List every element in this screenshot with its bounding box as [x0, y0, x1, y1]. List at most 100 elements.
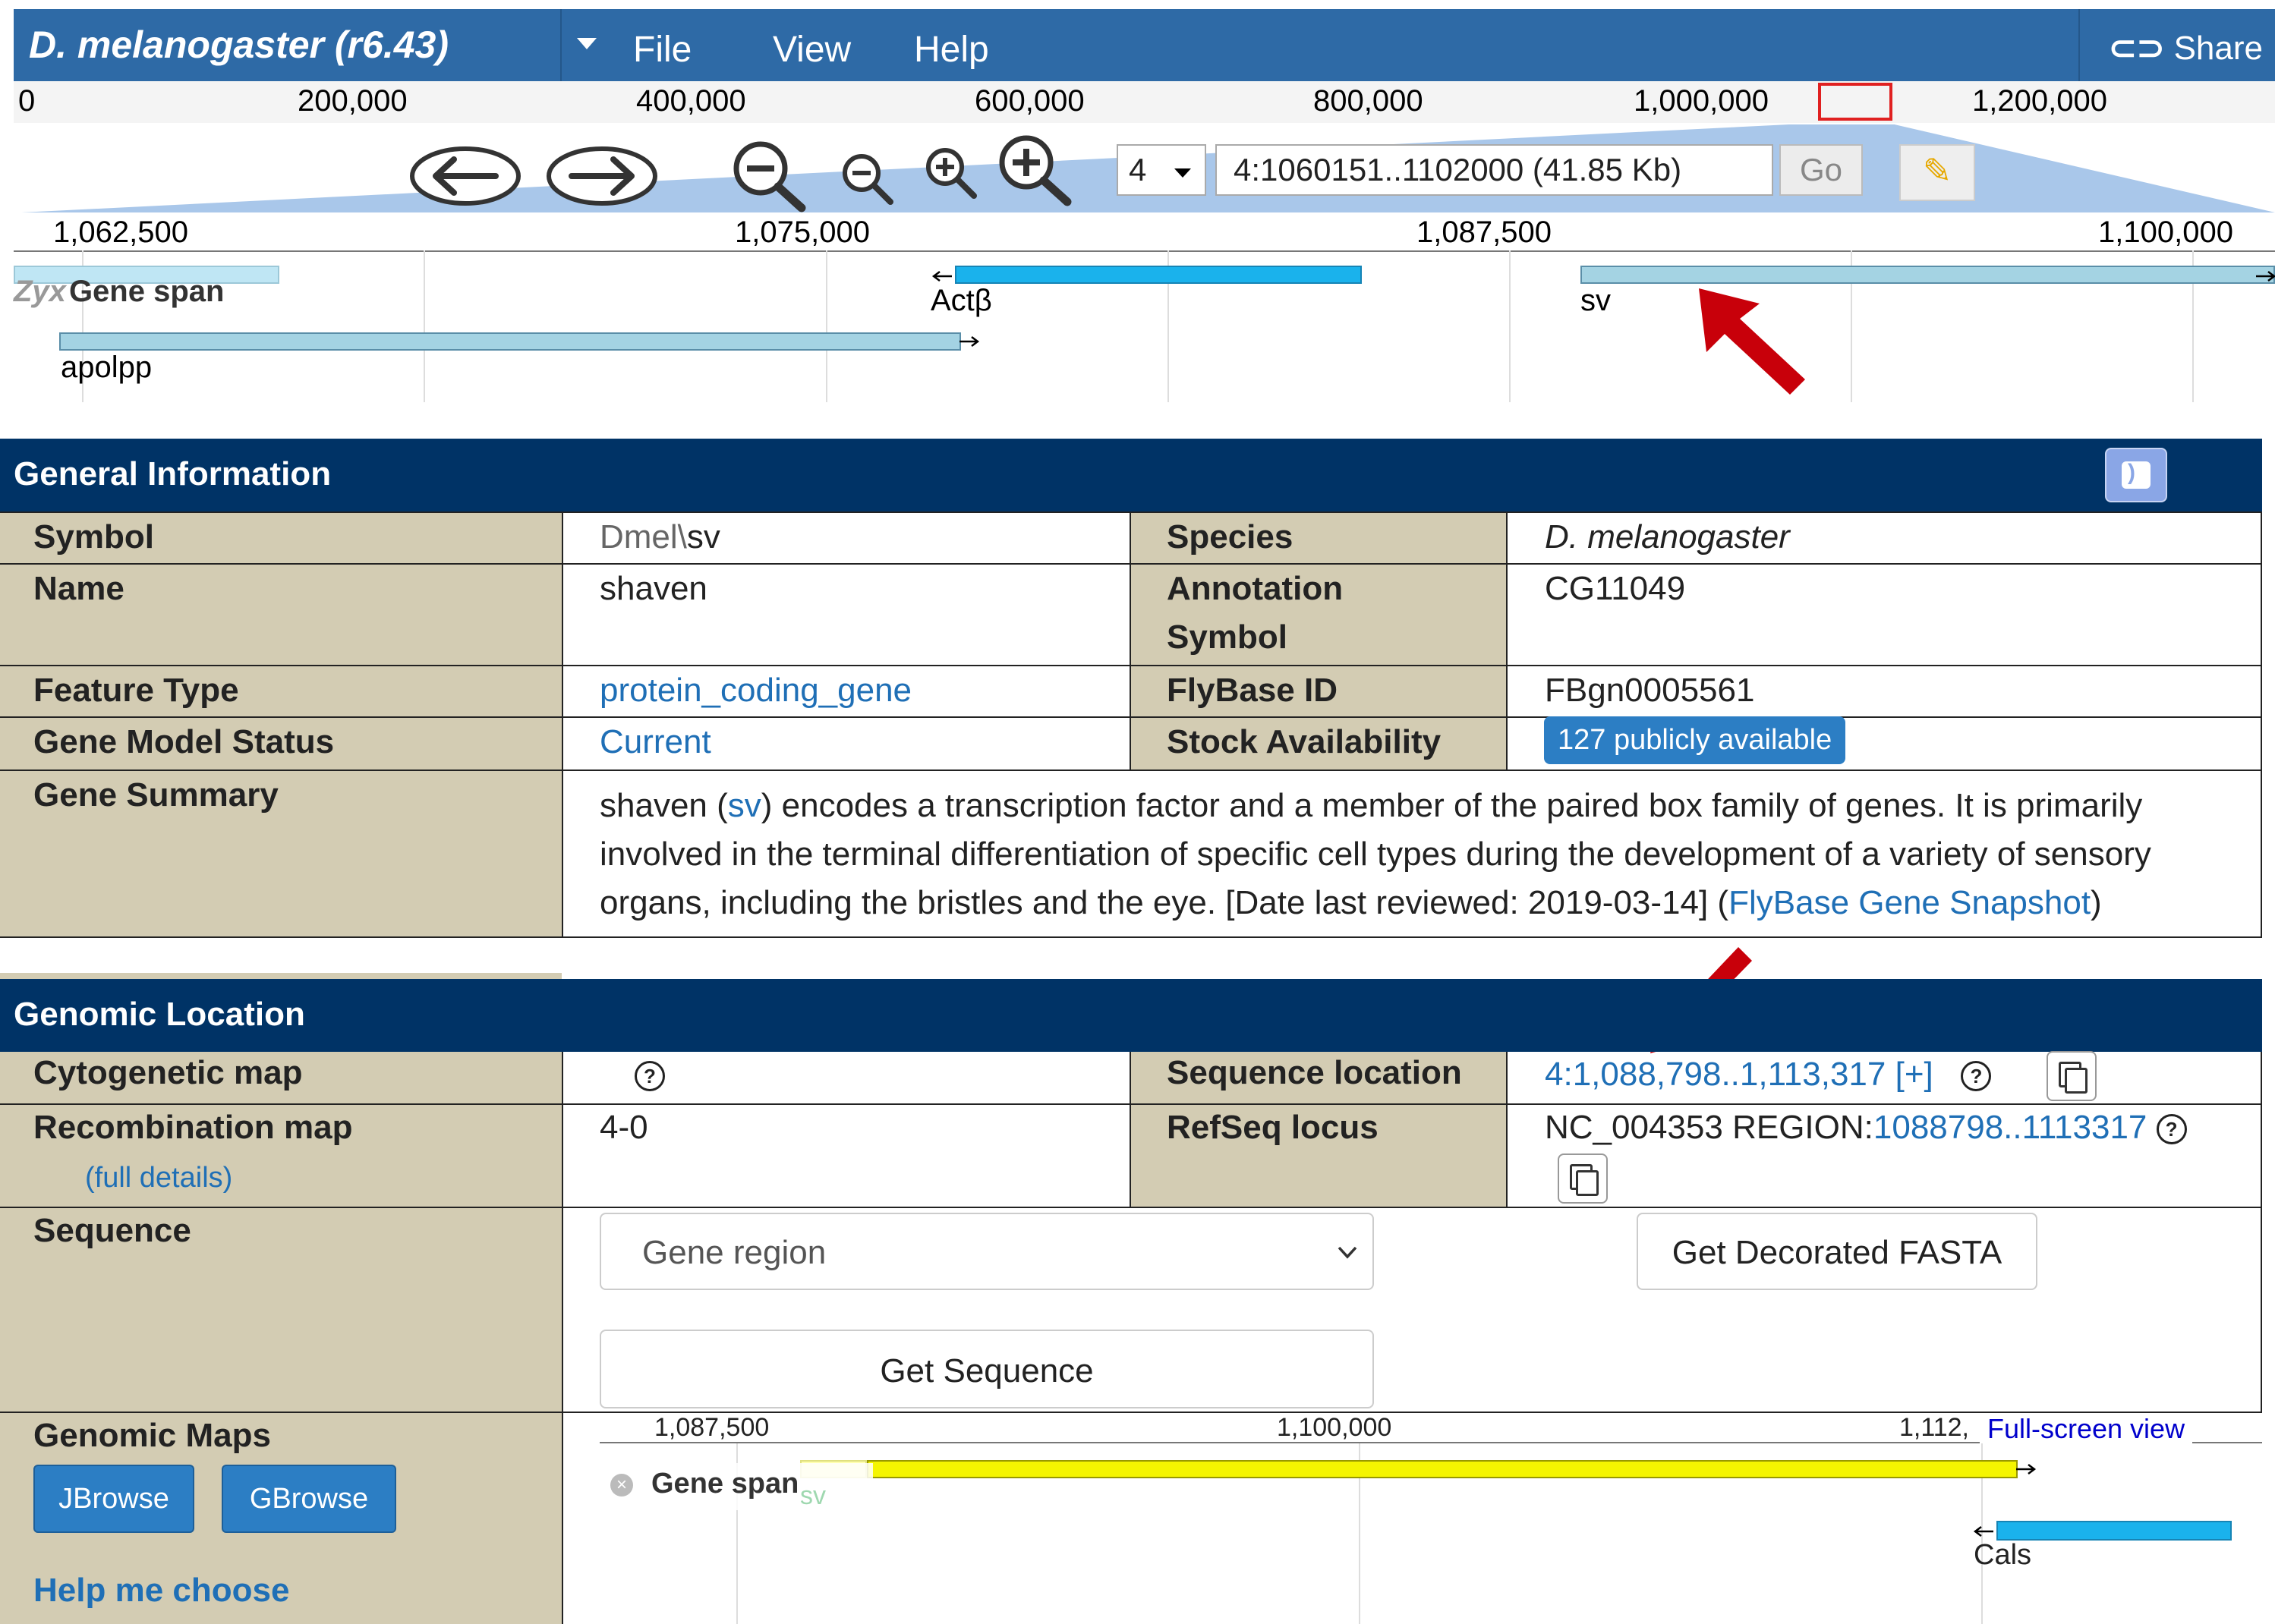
feature-type-label: Feature Type — [33, 672, 239, 709]
zoom-in-large-icon[interactable] — [993, 132, 1076, 208]
detail-tick: 1,075,000 — [735, 216, 870, 249]
feature-apolpp[interactable] — [59, 332, 961, 351]
navigation-bar: 4 4:1060151..1102000 (41.85 Kb) Go ✎ — [14, 123, 2275, 212]
gbrowse-button[interactable]: GBrowse — [222, 1465, 396, 1533]
feature-sv-mini[interactable] — [867, 1460, 2018, 1478]
get-decorated-fasta-button[interactable]: Get Decorated FASTA — [1637, 1213, 2037, 1290]
feature-cals[interactable] — [1996, 1521, 2232, 1541]
species-value: D. melanogaster — [1545, 518, 1790, 555]
location-input[interactable]: 4:1060151..1102000 (41.85 Kb) — [1215, 144, 1773, 196]
full-details-link[interactable]: (full details) — [85, 1162, 232, 1194]
row-divider — [0, 563, 2262, 565]
feature-actb[interactable] — [955, 266, 1362, 284]
stock-availability-badge[interactable]: 127 publicly available — [1544, 716, 1846, 764]
go-button[interactable]: Go — [1779, 144, 1863, 196]
summary-line: shaven (sv) encodes a transcription fact… — [600, 782, 2239, 830]
menubar-divider — [560, 9, 562, 81]
species-label: Species — [1167, 518, 1293, 555]
browser-title: D. melanogaster (r6.43) — [29, 24, 449, 66]
summary-gene-link[interactable]: sv — [728, 787, 761, 824]
mini-genome-browser[interactable]: 1,087,500 1,100,000 1,112, Full-screen v… — [600, 1413, 2262, 1624]
mini-tick: 1,112, — [1899, 1413, 1970, 1442]
share-label: Share — [2173, 30, 2263, 67]
track-label-text: Gene span — [68, 275, 225, 308]
overview-tick: 1,000,000 — [1634, 84, 1769, 118]
sequence-type-value: Gene region — [642, 1234, 827, 1271]
gene-model-status-link[interactable]: Current — [600, 723, 711, 760]
feature-label-cals: Cals — [1974, 1539, 2032, 1571]
row-divider — [0, 936, 2262, 938]
zoom-out-icon[interactable] — [837, 149, 898, 209]
full-details-value: (full details) — [85, 1153, 232, 1202]
menu-view[interactable]: View — [773, 29, 851, 71]
jbrowse-button[interactable]: JBrowse — [33, 1465, 194, 1533]
sequence-location-value: 4:1,088,798..1,113,317 [+] ? — [1545, 1050, 1992, 1099]
rss-icon: ) — [2122, 460, 2151, 489]
grid-line — [826, 250, 827, 402]
genomic-maps-label: Genomic Maps — [33, 1417, 271, 1454]
close-track-icon[interactable]: Zyx — [14, 275, 66, 308]
symbol-value: Dmel\sv — [600, 513, 720, 562]
mini-track-label[interactable]: × Gene span sv — [600, 1463, 873, 1510]
summary-text: ) encodes a transcription factor and a m… — [761, 787, 2143, 824]
gene-model-status-label: Gene Model Status — [33, 723, 335, 760]
overview-ruler[interactable]: 0 200,000 400,000 600,000 800,000 1,000,… — [14, 81, 2275, 124]
grid-line — [1509, 250, 1511, 402]
zoom-out-large-icon[interactable] — [727, 137, 811, 212]
menu-file[interactable]: File — [633, 29, 692, 71]
help-icon[interactable]: ? — [635, 1061, 665, 1092]
browser-menubar: D. melanogaster (r6.43) File View Help ⊂… — [14, 9, 2275, 81]
full-screen-view-link[interactable]: Full-screen view — [1980, 1413, 2193, 1445]
share-button[interactable]: ⊂⊃ Share — [2109, 29, 2263, 68]
strand-arrow-right-icon — [959, 336, 980, 347]
zoom-in-icon[interactable] — [921, 143, 982, 203]
highlight-button[interactable]: ✎ — [1899, 144, 1975, 201]
overview-tick: 1,200,000 — [1972, 84, 2107, 118]
summary-text: ) — [2091, 884, 2102, 921]
gene-summary-label: Gene Summary — [33, 776, 279, 814]
stock-availability-label: Stock Availability — [1167, 723, 1442, 760]
get-sequence-button[interactable]: Get Sequence — [600, 1330, 1374, 1408]
summary-line: organs, including the bristles and the e… — [600, 879, 2239, 927]
copy-icon[interactable] — [2047, 1051, 2097, 1101]
overview-location-box[interactable] — [1818, 83, 1892, 121]
flybase-id-label: FlyBase ID — [1167, 672, 1338, 709]
refseq-region-link[interactable]: 1088798..1113317 — [1873, 1109, 2147, 1146]
feature-label-apolpp: apolpp — [61, 351, 153, 384]
annotation-arrow — [1699, 288, 1805, 395]
mini-track-sub: sv — [800, 1481, 826, 1510]
copy-icon[interactable] — [1558, 1153, 1608, 1204]
detail-tick: 1,087,500 — [1416, 216, 1552, 249]
help-icon[interactable]: ? — [2156, 1114, 2187, 1145]
detail-ruler[interactable]: 1,062,500 1,075,000 1,087,500 1,100,000 — [14, 212, 2275, 252]
sequence-type-select[interactable]: Gene region — [600, 1213, 1374, 1290]
strand-arrow-right-icon — [2016, 1464, 2037, 1475]
feature-sv[interactable] — [1580, 266, 2275, 284]
help-icon[interactable]: ? — [1961, 1061, 1992, 1092]
close-track-icon[interactable]: × — [610, 1474, 633, 1497]
sequence-location-link[interactable]: 4:1,088,798..1,113,317 [+] — [1545, 1056, 1933, 1093]
feature-type-link[interactable]: protein_coding_gene — [600, 672, 912, 709]
help-me-choose-link[interactable]: Help me choose — [33, 1566, 289, 1615]
summary-text: shaven ( — [600, 787, 728, 824]
menubar-divider — [2078, 9, 2080, 81]
pan-left-icon[interactable] — [408, 146, 522, 206]
name-label: Name — [33, 570, 124, 607]
feature-label-sv: sv — [1580, 284, 1611, 317]
annotation-symbol-label: Annotation Symbol — [1167, 565, 1343, 662]
recombination-map-value: 4-0 — [600, 1109, 648, 1146]
annotation-label-line: Annotation — [1167, 570, 1344, 607]
general-information-header: General Information — [0, 439, 2262, 511]
gene-span-track[interactable]: Actβ sv apolpp — [14, 250, 2275, 402]
row-divider — [0, 1207, 2262, 1208]
pan-right-icon[interactable] — [545, 146, 659, 206]
feature-type-value: protein_coding_gene — [600, 666, 912, 715]
dataset-dropdown-icon[interactable] — [577, 38, 597, 49]
track-label[interactable]: Zyx Gene span — [14, 275, 224, 309]
menu-help[interactable]: Help — [914, 29, 989, 71]
column-divider — [2261, 511, 2262, 938]
reference-sequence-select[interactable]: 4 — [1117, 144, 1206, 196]
rss-feed-button[interactable]: ) — [2105, 448, 2167, 502]
gene-snapshot-link[interactable]: FlyBase Gene Snapshot — [1728, 884, 2091, 921]
column-divider — [1130, 511, 1131, 770]
